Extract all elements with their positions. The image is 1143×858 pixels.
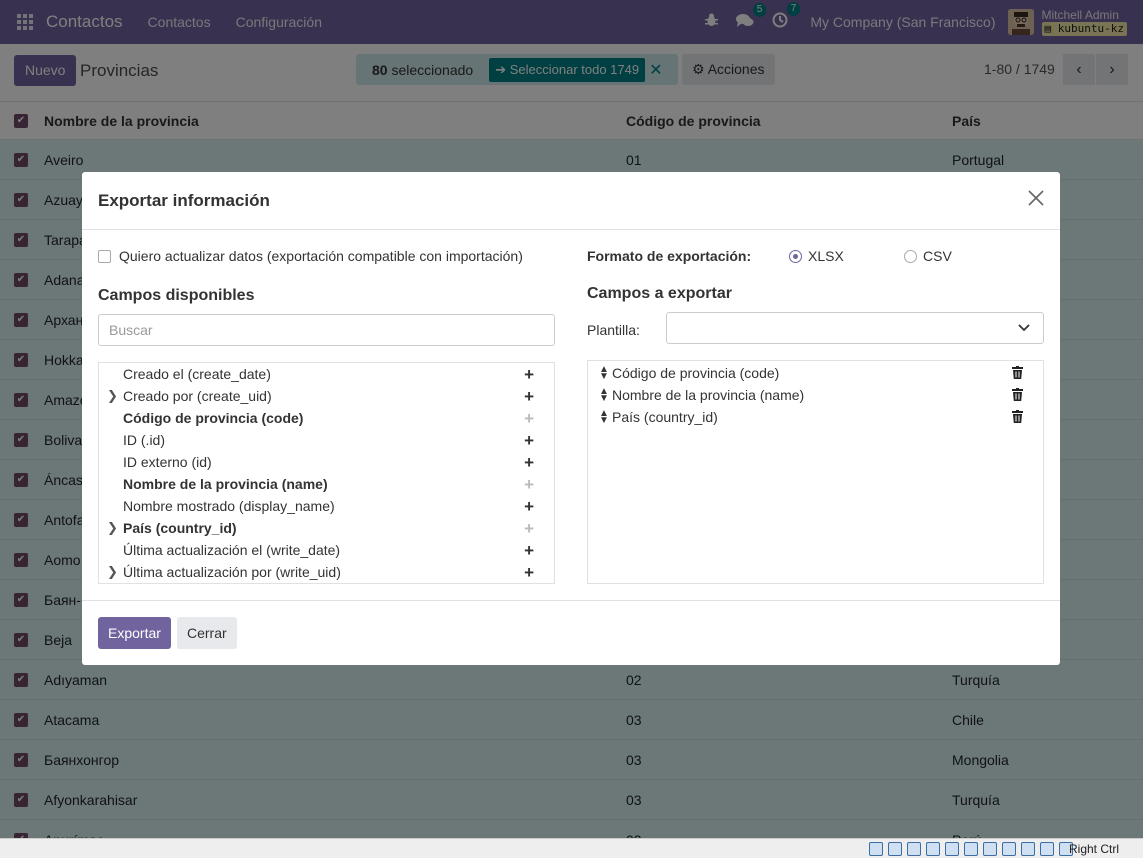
add-field-icon[interactable]: +	[524, 475, 534, 495]
format-csv-label: CSV	[923, 248, 952, 264]
display-icon[interactable]	[983, 842, 997, 856]
chevron-right-icon[interactable]: ❯	[107, 564, 121, 580]
export-dialog: Exportar información Quiero actualizar d…	[82, 172, 1060, 665]
format-csv-radio[interactable]	[904, 249, 917, 263]
field-label: Última actualización por (write_uid)	[123, 564, 341, 580]
chevron-right-icon[interactable]: ❯	[107, 388, 121, 404]
add-field-icon[interactable]: +	[524, 563, 534, 583]
chevron-right-icon[interactable]: ❯	[107, 520, 121, 536]
export-field-item[interactable]: ▲ ▼ País (country_id)	[588, 406, 1043, 428]
trash-icon[interactable]	[1012, 366, 1023, 382]
field-label: Código de provincia (code)	[123, 410, 304, 426]
available-field-item[interactable]: ID (.id) +	[99, 429, 554, 451]
shared-folder-icon[interactable]	[964, 842, 978, 856]
dialog-header: Exportar información	[82, 172, 1060, 230]
field-label: Última actualización el (write_date)	[123, 542, 341, 558]
field-label: Nombre de la provincia (name)	[123, 476, 328, 492]
cpu-icon[interactable]	[1021, 842, 1035, 856]
sort-handle-icon[interactable]: ▲ ▼	[599, 409, 609, 426]
available-field-item[interactable]: ❯ Última actualización por (write_uid) +	[99, 561, 554, 583]
export-fields-title: Campos a exportar	[587, 285, 732, 302]
field-search-input[interactable]: Buscar	[98, 314, 555, 346]
available-field-item[interactable]: ❯ Creado por (create_uid) +	[99, 385, 554, 407]
export-field-item[interactable]: ▲ ▼ Nombre de la provincia (name)	[588, 384, 1043, 406]
audio-icon[interactable]	[907, 842, 921, 856]
available-field-item[interactable]: ID externo (id) +	[99, 451, 554, 473]
export-field-item[interactable]: ▲ ▼ Código de provincia (code)	[588, 362, 1043, 384]
dialog-body: Quiero actualizar datos (exportación com…	[82, 230, 1060, 600]
network-icon[interactable]	[926, 842, 940, 856]
optical-icon[interactable]	[888, 842, 902, 856]
field-label: Nombre de la provincia (name)	[612, 387, 805, 403]
available-field-item[interactable]: Creado el (create_date) +	[99, 363, 554, 385]
close-icon[interactable]	[1026, 188, 1046, 208]
field-label: Código de provincia (code)	[612, 365, 780, 381]
sort-handle-icon[interactable]: ▲ ▼	[599, 365, 609, 382]
add-field-icon[interactable]: +	[524, 431, 534, 451]
trash-icon[interactable]	[1012, 388, 1023, 404]
add-field-icon[interactable]: +	[524, 497, 534, 517]
available-fields-title: Campos disponibles	[98, 287, 255, 304]
chevron-down-icon	[1017, 320, 1031, 337]
field-label: Nombre mostrado (display_name)	[123, 498, 335, 514]
sort-handle-icon[interactable]: ▲ ▼	[599, 387, 609, 404]
available-fields-list: Creado el (create_date) + ❯ Creado por (cre…	[98, 362, 555, 584]
trash-icon[interactable]	[1012, 410, 1023, 426]
format-label: Formato de exportación:	[587, 248, 752, 264]
add-field-icon[interactable]: +	[524, 519, 534, 539]
hdd-icon[interactable]	[869, 842, 883, 856]
field-label: Creado por (create_uid)	[123, 388, 272, 404]
add-field-icon[interactable]: +	[524, 541, 534, 561]
field-label: ID (.id)	[123, 432, 165, 448]
export-fields-list: ▲ ▼ Código de provincia (code) ▲ ▼ Nombre de …	[587, 360, 1044, 584]
available-field-item[interactable]: Código de provincia (code) +	[99, 407, 554, 429]
field-label: ID externo (id)	[123, 454, 212, 470]
available-field-item[interactable]: Nombre mostrado (display_name) +	[99, 495, 554, 517]
dialog-footer: Exportar Cerrar	[82, 600, 1060, 665]
export-button[interactable]: Exportar	[98, 617, 171, 649]
add-field-icon[interactable]: +	[524, 453, 534, 473]
format-xlsx-option[interactable]: XLSX	[789, 248, 844, 264]
template-label: Plantilla:	[587, 322, 640, 338]
dialog-title: Exportar información	[98, 191, 270, 210]
import-compat-label: Quiero actualizar datos (exportación com…	[119, 248, 523, 264]
add-field-icon[interactable]: +	[524, 365, 534, 385]
close-button[interactable]: Cerrar	[177, 617, 237, 649]
available-field-item[interactable]: ❯ País (country_id) +	[99, 517, 554, 539]
import-compat-option[interactable]: Quiero actualizar datos (exportación com…	[98, 248, 523, 264]
add-field-icon[interactable]: +	[524, 387, 534, 407]
recording-icon[interactable]	[1002, 842, 1016, 856]
template-select[interactable]	[666, 312, 1044, 344]
add-field-icon[interactable]: +	[524, 409, 534, 429]
vm-tray-icons	[864, 842, 1073, 856]
available-field-item[interactable]: Nombre de la provincia (name) +	[99, 473, 554, 495]
field-label: País (country_id)	[123, 520, 237, 536]
host-key-label: Right Ctrl	[1068, 842, 1119, 856]
available-field-item[interactable]: Última actualización el (write_date) +	[99, 539, 554, 561]
field-label: Creado el (create_date)	[123, 366, 271, 382]
format-xlsx-label: XLSX	[808, 248, 844, 264]
import-compat-checkbox[interactable]	[98, 249, 111, 263]
usb-icon[interactable]	[945, 842, 959, 856]
format-csv-option[interactable]: CSV	[904, 248, 952, 264]
format-xlsx-radio[interactable]	[789, 249, 802, 263]
vm-status-bar: Right Ctrl	[0, 838, 1143, 858]
field-label: País (country_id)	[612, 409, 718, 425]
mouse-integration-icon[interactable]	[1040, 842, 1054, 856]
